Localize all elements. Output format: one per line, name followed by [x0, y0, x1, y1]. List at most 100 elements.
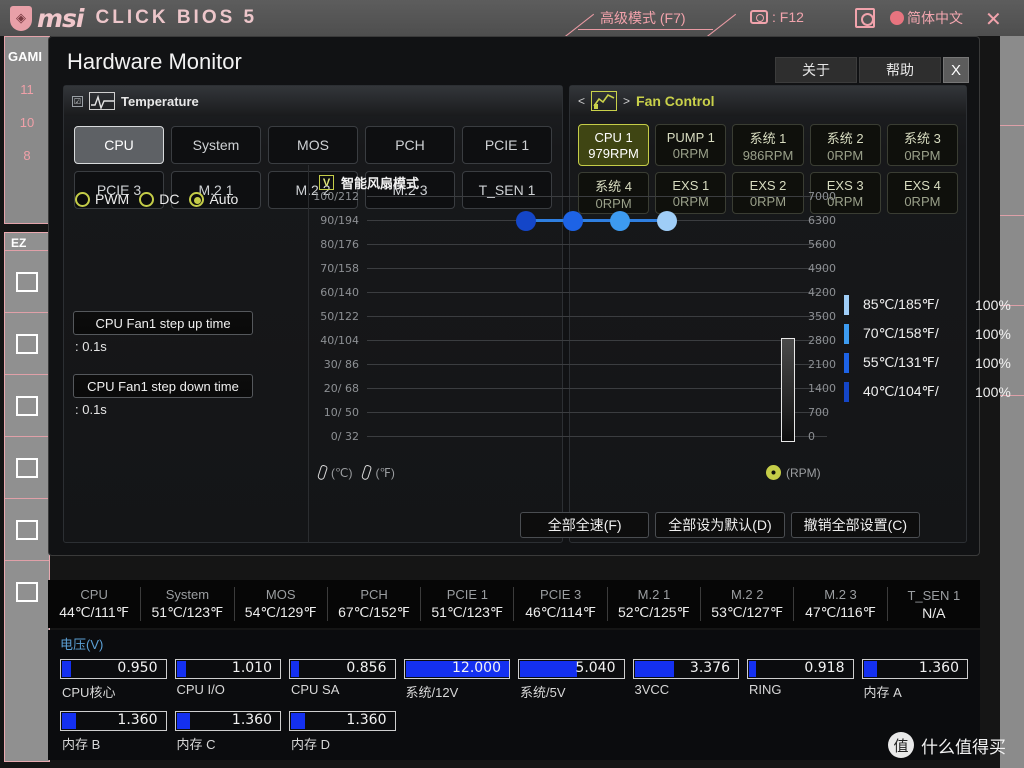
radio-pwm[interactable]	[75, 191, 90, 207]
readout-value: N/A	[922, 604, 946, 621]
radio-auto[interactable]	[189, 191, 205, 207]
bios-topbar: ◈ msi CLICK BIOS 5 高级模式 (F7) : F12 简体中文 …	[0, 0, 1024, 40]
voltage-bar-track: 1.010	[174, 659, 281, 679]
fan-tab-sys3[interactable]: 系统 3 0RPM	[886, 124, 958, 166]
readout-tsen1: T_SEN 1 N/A	[888, 588, 980, 621]
r-tick-5: 3500	[808, 310, 836, 323]
rpm-live-bar	[781, 338, 795, 442]
legend-percent[interactable]: 100%	[975, 384, 1011, 400]
all-full-speed-button[interactable]: 全部全速(F)	[520, 512, 650, 538]
readout-name: PCIE 1	[446, 587, 488, 602]
screenshot-button[interactable]: : F12	[750, 9, 804, 25]
voltage-cpu-sa: 0.856 CPU SA	[285, 659, 400, 705]
bg-number-0: 11	[20, 82, 34, 97]
help-button[interactable]: 帮助	[859, 57, 941, 83]
ez-mode-menu[interactable]: EZ	[4, 232, 50, 762]
temperature-panel-title: Temperature	[121, 93, 199, 109]
advanced-mode-button[interactable]: 高级模式 (F7)	[600, 8, 686, 28]
fan-mode-controls: PWM DC Auto CPU Fan1 step up time : 0.1s…	[63, 165, 309, 543]
sidebar-icon-memory[interactable]	[5, 312, 49, 374]
r-tick-2: 5600	[808, 238, 836, 251]
fan-tab-sys1[interactable]: 系统 1 986RPM	[732, 124, 804, 166]
about-button[interactable]: 关于	[775, 57, 857, 83]
curve-point-40c[interactable]	[516, 211, 536, 231]
tab-pch[interactable]: PCH	[365, 126, 455, 164]
fan-curve-legend: 85℃/185℉/ 100% 70℃/158℉/ 100% 55℃/131℉/ …	[844, 290, 1011, 406]
legend-percent[interactable]: 100%	[975, 355, 1011, 371]
fan-tab-sys2[interactable]: 系统 2 0RPM	[809, 124, 881, 166]
fan-curve-chart-zone: V 智能风扇模式 100/212 7000 90/194 6300 80/176…	[311, 165, 836, 543]
fan-rpm: 0RPM	[672, 145, 709, 161]
curve-point-85c[interactable]	[657, 211, 677, 231]
fan-tab-cpu1[interactable]: CPU 1 979RPM	[578, 124, 650, 166]
readout-pch: PCH 67℃/152℉	[328, 587, 422, 621]
readout-pcie1: PCIE 1 51℃/123℉	[421, 587, 515, 621]
step-up-time-button[interactable]: CPU Fan1 step up time	[73, 311, 253, 335]
sidebar-icon-fan[interactable]	[5, 436, 49, 498]
all-default-button[interactable]: 全部设为默认(D)	[655, 512, 785, 538]
voltage-bar-track: 0.950	[60, 659, 167, 679]
sidebar-icon-boot[interactable]	[5, 374, 49, 436]
ram-icon	[16, 333, 38, 354]
smart-fan-mode-checkbox[interactable]: V	[319, 175, 334, 190]
msi-brand: msi	[37, 3, 84, 33]
voltage-bar-fill	[62, 713, 76, 729]
voltage-bar-track: 1.360	[861, 659, 968, 679]
voltage-bar-fill	[863, 661, 878, 677]
topbar-close-icon[interactable]: ✕	[985, 7, 1002, 32]
y-tick-8: 20/ 68	[323, 382, 359, 395]
legend-row-85c: 85℃/185℉/ 100%	[844, 290, 1011, 319]
voltage-bar-fill	[291, 713, 305, 729]
tab-mos[interactable]: MOS	[268, 126, 358, 164]
search-icon[interactable]	[855, 8, 875, 28]
voltage-row-1: 0.950 CPU核心 1.010 CPU I/O 0.856 CPU SA 1…	[48, 659, 980, 705]
voltage-ring: 0.918 RING	[743, 659, 858, 705]
readout-value: 44℃/111℉	[59, 604, 130, 620]
voltage-label: 内存 A	[863, 685, 902, 700]
temperature-checkbox[interactable]: ☑	[72, 95, 83, 107]
voltage-bar-fill	[176, 661, 186, 677]
sidebar-icon-settings[interactable]	[5, 250, 49, 312]
undo-all-button[interactable]: 撤销全部设置(C)	[790, 512, 920, 538]
voltage-value: 0.856	[346, 660, 387, 676]
gridline-8	[367, 388, 827, 389]
fan-tab-pump1[interactable]: PUMP 1 0RPM	[655, 124, 727, 166]
tab-cpu[interactable]: CPU	[74, 126, 164, 164]
voltage-bar-fill	[749, 661, 757, 677]
dialog-button-group: 关于 帮助 X	[775, 57, 969, 83]
y-tick-3: 70/158	[320, 262, 359, 275]
fan-name: CPU 1	[594, 129, 633, 145]
radio-dc[interactable]	[139, 191, 155, 207]
ez-label: EZ	[11, 236, 27, 250]
y-tick-6: 40/104	[320, 334, 359, 347]
sidebar-icon-storage[interactable]	[5, 498, 49, 560]
gridline-2	[367, 244, 827, 245]
readout-mos: MOS 54℃/129℉	[235, 587, 328, 621]
celsius-legend-label: (℃)	[331, 465, 353, 480]
right-cell-1[interactable]	[1000, 36, 1024, 126]
gridline-4	[367, 292, 827, 293]
sidebar-icon-misc[interactable]	[5, 560, 49, 622]
y-tick-9: 10/ 50	[323, 406, 359, 419]
voltage-sys-5v: 5.040 系统/5V	[514, 659, 629, 705]
gridline-0	[367, 196, 827, 197]
close-button[interactable]: X	[943, 57, 969, 83]
legend-percent[interactable]: 100%	[975, 297, 1011, 313]
tab-pcie1[interactable]: PCIE 1	[462, 126, 552, 164]
r-tick-8: 1400	[808, 382, 836, 395]
storage-icon	[16, 519, 38, 540]
next-arrow-icon[interactable]: >	[623, 94, 630, 108]
curve-point-70c[interactable]	[610, 211, 630, 231]
legend-percent[interactable]: 100%	[975, 326, 1011, 342]
prev-arrow-icon[interactable]: <	[578, 94, 585, 108]
voltage-label: CPU SA	[291, 682, 340, 697]
voltage-value: 0.918	[804, 660, 845, 676]
curve-point-55c[interactable]	[563, 211, 583, 231]
step-down-time-button[interactable]: CPU Fan1 step down time	[73, 374, 253, 398]
language-selector[interactable]: 简体中文	[890, 8, 963, 28]
tab-system[interactable]: System	[171, 126, 261, 164]
watermark-logo: 值	[888, 732, 914, 758]
gridline-5	[367, 316, 827, 317]
voltage-bar-track: 0.918	[747, 659, 854, 679]
readout-name: PCH	[360, 587, 388, 602]
